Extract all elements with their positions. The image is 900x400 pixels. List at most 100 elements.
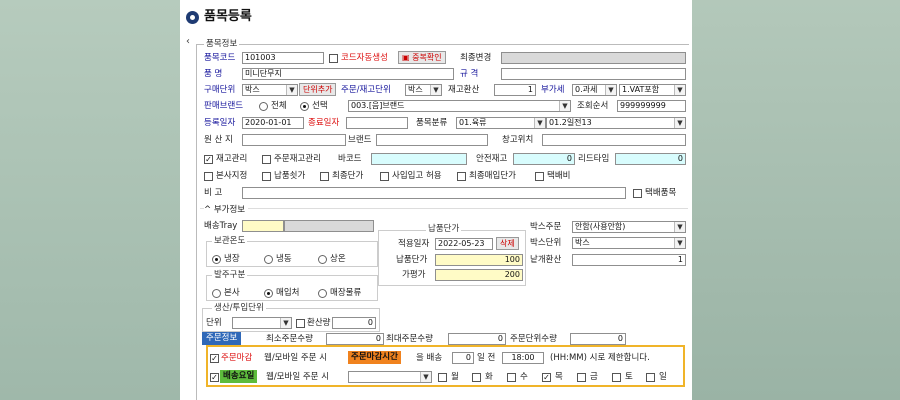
- category-select[interactable]: 01.육류 ▼: [456, 117, 546, 129]
- box-order-select[interactable]: 안함(사용안함) ▼: [572, 221, 686, 233]
- inquiry-order-input[interactable]: 999999999: [617, 100, 686, 112]
- safety-stock-label: 안전재고: [476, 154, 508, 164]
- lead-time-label: 리드타임: [578, 154, 610, 164]
- deadline-time-input[interactable]: 18:00: [502, 352, 544, 364]
- flag-checkbox[interactable]: [380, 172, 389, 181]
- delivery-tray-input[interactable]: [242, 220, 284, 232]
- chevron-down-icon: ▼: [559, 101, 570, 111]
- order-type-radio-vendor[interactable]: [264, 289, 273, 298]
- box-order-value: 안함(사용안함): [575, 222, 626, 231]
- brand-name-input[interactable]: [376, 134, 488, 146]
- weekday-label: 화: [485, 372, 493, 382]
- min-order-input[interactable]: 0: [326, 333, 384, 345]
- end-date-label: 종료일자: [308, 118, 340, 128]
- deadline-text-2: 을 배송: [416, 353, 443, 363]
- buy-unit-select[interactable]: 박스 ▼: [242, 84, 298, 96]
- tax-select[interactable]: 0.과세 ▼: [572, 84, 617, 96]
- chevron-down-icon: ▼: [605, 85, 616, 95]
- box-unit-select[interactable]: 박스 ▼: [572, 237, 686, 249]
- warehouse-loc-input[interactable]: [542, 134, 686, 146]
- chevron-up-icon[interactable]: ^: [204, 205, 214, 215]
- delivery-day-select[interactable]: ▼: [348, 371, 432, 383]
- flag-checkbox[interactable]: [535, 172, 544, 181]
- order-type-option-label: 본사: [224, 288, 240, 298]
- deadline-days-input[interactable]: 0: [452, 352, 474, 364]
- weekday-checkbox[interactable]: [472, 373, 481, 382]
- production-unit-select[interactable]: ▼: [232, 317, 292, 329]
- unit-add-button[interactable]: 단위추가: [299, 83, 337, 96]
- safety-stock-input[interactable]: 0: [513, 153, 575, 165]
- max-order-input[interactable]: 0: [448, 333, 506, 345]
- flag-checkbox[interactable]: [204, 172, 213, 181]
- flag-checkbox[interactable]: [457, 172, 466, 181]
- piece-conv-input[interactable]: 1: [572, 254, 686, 266]
- lead-time-input[interactable]: 0: [615, 153, 686, 165]
- parcel-item-checkbox[interactable]: [633, 189, 642, 198]
- brand-all-label: 전체: [271, 101, 287, 111]
- spec-input[interactable]: [501, 68, 686, 80]
- production-conv-input[interactable]: 0: [332, 317, 376, 329]
- apply-date-input[interactable]: 2022-05-23: [435, 238, 493, 250]
- order-unit-qty-input[interactable]: 0: [570, 333, 626, 345]
- vat-select[interactable]: 1.VAT포함 ▼: [619, 84, 686, 96]
- order-stock-mgmt-label: 주문재고관리: [274, 154, 321, 164]
- flag-checkbox[interactable]: [262, 172, 271, 181]
- brand-select[interactable]: 003.[음]브랜드 ▼: [348, 100, 571, 112]
- weekday-checkbox[interactable]: [612, 373, 621, 382]
- warehouse-loc-label: 창고위치: [502, 135, 534, 145]
- storage-radio-frozen[interactable]: [264, 255, 273, 264]
- weekday-checkbox[interactable]: [507, 373, 516, 382]
- background-right: [692, 0, 900, 400]
- unit-price-input[interactable]: 100: [435, 254, 523, 266]
- order-type-radio-store[interactable]: [318, 289, 327, 298]
- storage-option-label: 상온: [330, 254, 346, 264]
- delivery-tray-name: [284, 220, 374, 232]
- stock-conv-input[interactable]: 1: [494, 84, 536, 96]
- barcode-input[interactable]: [371, 153, 467, 165]
- chevron-down-icon: ▼: [534, 118, 545, 128]
- collapse-chevron-icon[interactable]: ‹: [186, 36, 190, 47]
- brand-all-radio[interactable]: [259, 102, 268, 111]
- order-stock-mgmt-checkbox[interactable]: [262, 155, 271, 164]
- origin-input[interactable]: [242, 134, 346, 146]
- weekday-label: 수: [520, 372, 528, 382]
- order-type-radio-hq[interactable]: [212, 289, 221, 298]
- auto-code-checkbox[interactable]: [329, 54, 338, 63]
- delivery-day-checkbox[interactable]: ✓: [210, 373, 219, 382]
- list-price-input[interactable]: 200: [435, 269, 523, 281]
- storage-radio-room[interactable]: [318, 255, 327, 264]
- reg-date-input[interactable]: 2020-01-01: [242, 117, 304, 129]
- stock-mgmt-checkbox[interactable]: ✓: [204, 155, 213, 164]
- item-code-input[interactable]: 101003: [242, 52, 324, 64]
- unit-price-label: 납품단가: [396, 255, 428, 265]
- end-date-input[interactable]: [346, 117, 408, 129]
- divider: [200, 208, 688, 209]
- order-deadline-checkbox[interactable]: ✓: [210, 354, 219, 363]
- section-extra-info: ^ 부가정보: [204, 204, 249, 216]
- order-type-title: 발주구분: [212, 270, 248, 280]
- weekday-checkbox[interactable]: ✓: [542, 373, 551, 382]
- delete-button[interactable]: 삭제: [496, 237, 519, 250]
- box-unit-label: 박스단위: [530, 238, 562, 248]
- order-unit-select[interactable]: 박스 ▼: [405, 84, 442, 96]
- category-label: 품목분류: [416, 118, 448, 128]
- order-unit-qty-label: 주문단위수량: [510, 334, 557, 344]
- storage-radio-chilled[interactable]: [212, 255, 221, 264]
- production-conv-label: 환산량: [307, 318, 331, 328]
- tab-order-info[interactable]: 주문정보: [202, 332, 242, 345]
- brand-label: 판매브랜드: [204, 101, 244, 111]
- subcategory-select[interactable]: 01.2일전13 ▼: [546, 117, 686, 129]
- dup-check-button[interactable]: ▣ 중복확인: [398, 51, 446, 64]
- brand-select-radio[interactable]: [300, 102, 309, 111]
- flag-checkbox[interactable]: [320, 172, 329, 181]
- weekday-checkbox[interactable]: [646, 373, 655, 382]
- deadline-text-3: 일 전: [477, 353, 496, 363]
- remarks-input[interactable]: [242, 187, 626, 199]
- item-code-label: 품목코드: [204, 53, 236, 63]
- flag-label: 최종단가: [332, 171, 364, 181]
- parcel-item-label: 택배품목: [645, 188, 677, 198]
- weekday-checkbox[interactable]: [577, 373, 586, 382]
- item-name-input[interactable]: 미니단무지: [242, 68, 454, 80]
- weekday-checkbox[interactable]: [438, 373, 447, 382]
- production-conv-checkbox[interactable]: [296, 319, 305, 328]
